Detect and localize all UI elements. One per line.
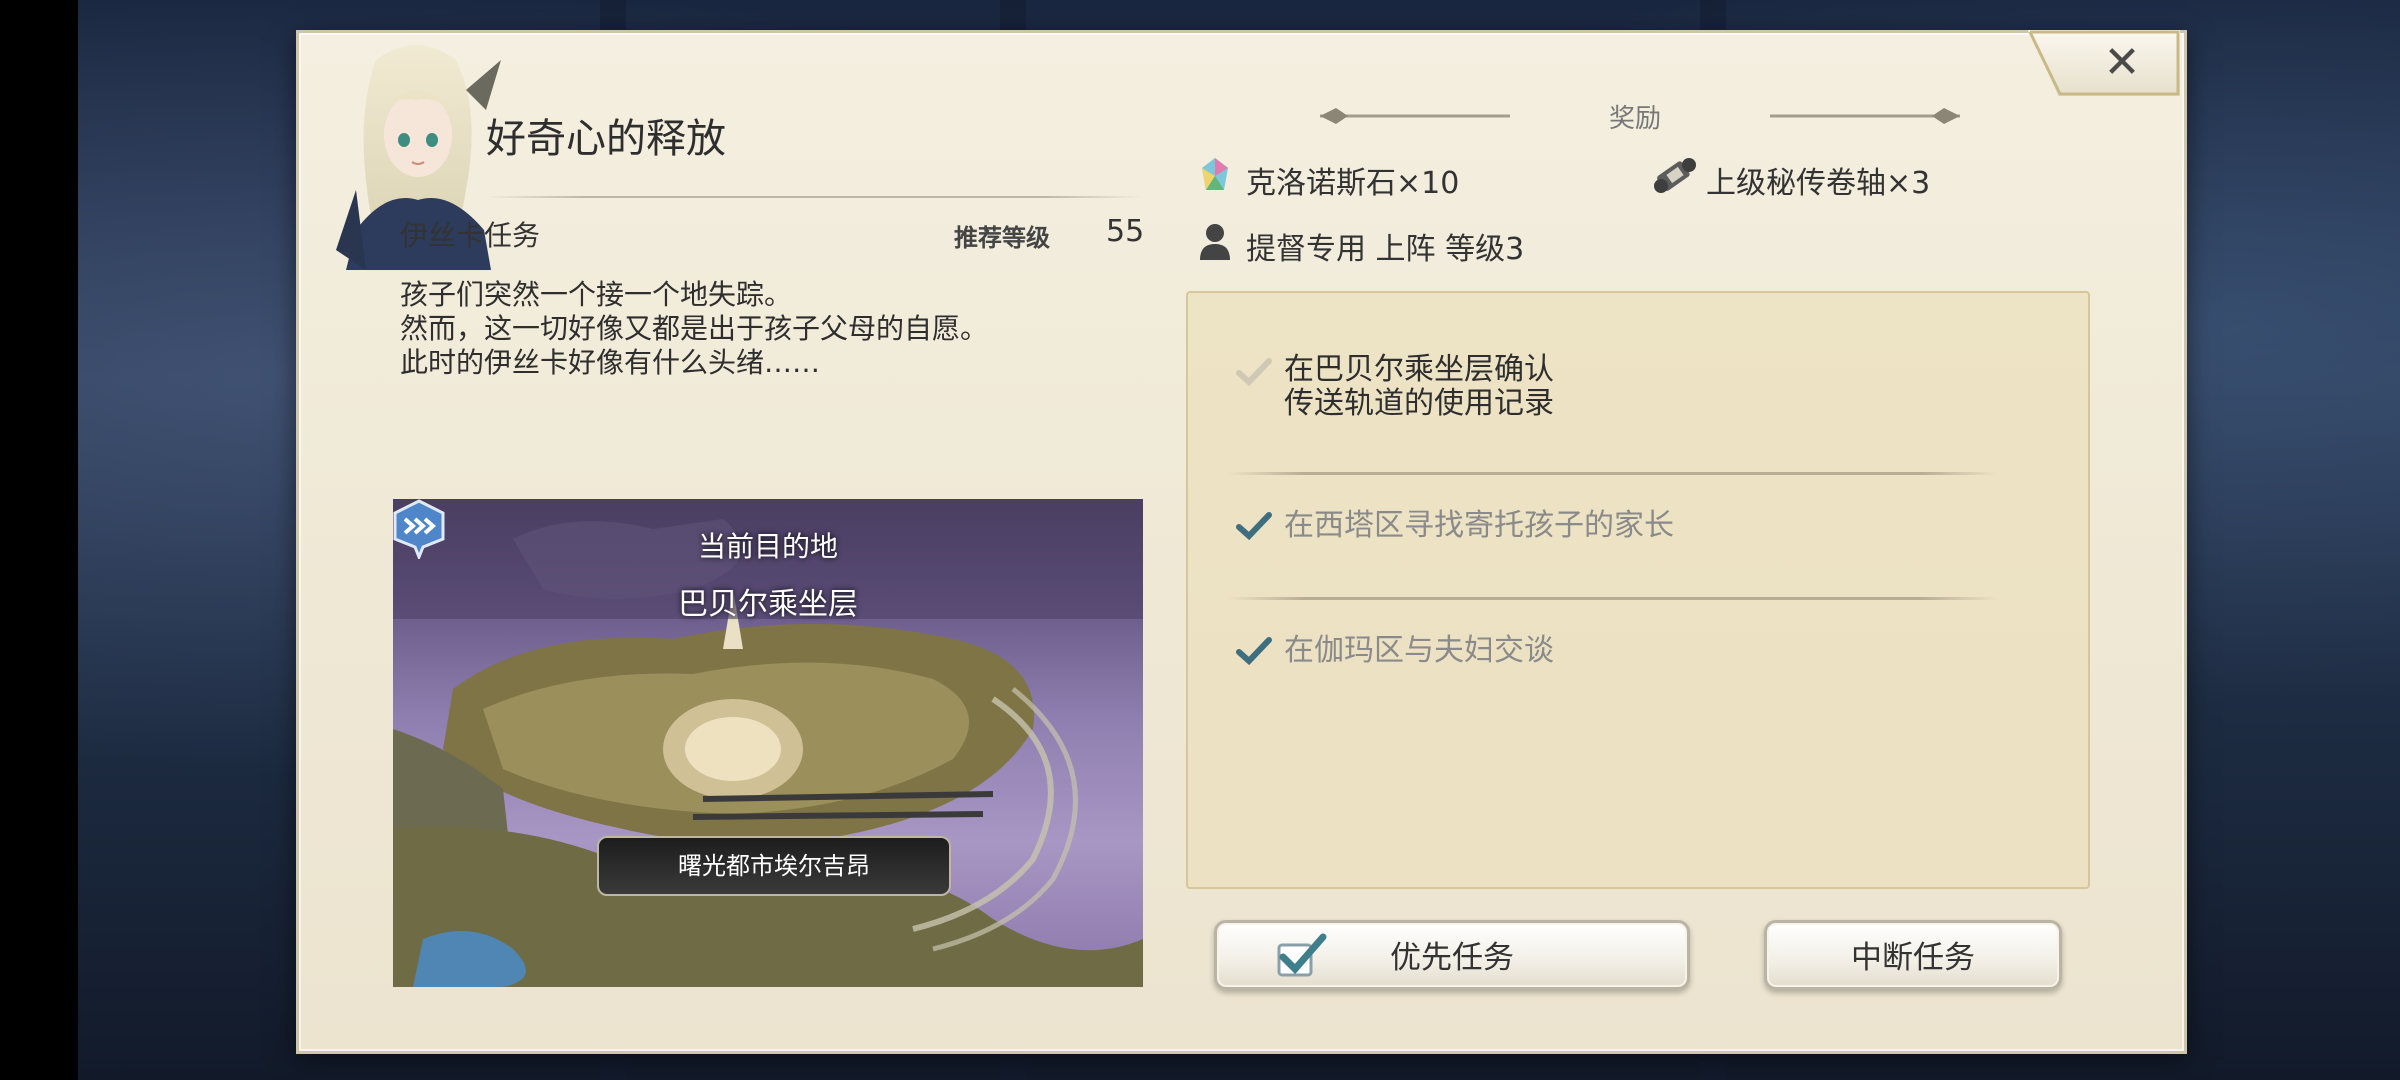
screen-left-bar [0,0,78,1080]
quest-title: 好奇心的释放 [486,116,726,162]
forward-arrows-icon[interactable] [393,499,445,559]
map-city-label: 曙光都市埃尔吉昂 [597,836,951,896]
quest-description: 孩子们突然一个接一个地失踪。 然而，这一切好像又都是出于孩子父母的自愿。 此时的… [400,278,1080,380]
map-terrain [393,499,1143,987]
objective-divider [1228,472,1998,475]
destination-map[interactable]: 当前目的地 巴贝尔乘坐层 曙光都市埃尔吉昂 [393,499,1143,987]
description-line: 然而，这一切好像又都是出于孩子父母的自愿。 [400,312,989,345]
quest-giver: 伊丝卡任务 [400,219,541,252]
reward-item-label: 提督专用 上阵 等级3 [1246,232,1525,267]
objective-divider [1228,597,1998,600]
priority-quest-label: 优先任务 [1390,940,1514,976]
title-divider [486,196,1142,198]
reward-item-label: 克洛诺斯石×10 [1246,166,1460,201]
objective-text: 传送轨道的使用记录 [1284,386,1554,421]
recommended-level-label: 推荐等级 [954,224,1050,252]
description-line: 此时的伊丝卡好像有什么头绪…… [400,346,821,379]
map-destination-label: 当前目的地 [697,530,838,563]
check-icon [1236,358,1272,387]
close-icon[interactable]: ✕ [2094,38,2150,88]
abandon-quest-button[interactable]: 中断任务 [1764,920,2062,990]
scroll-icon [1654,158,1696,193]
reward-item-label: 上级秘传卷轴×3 [1706,166,1931,201]
objective-text: 在西塔区寻找寄托孩子的家长 [1284,508,1674,543]
check-icon [1236,512,1272,541]
rewards-title: 奖励 [1608,104,1661,134]
priority-quest-button[interactable]: 优先任务 [1214,920,1690,990]
person-icon [1200,224,1230,260]
description-line: 孩子们突然一个接一个地失踪。 [400,278,793,311]
map-destination-name: 巴贝尔乘坐层 [678,587,858,622]
crystal-icon [1202,158,1228,190]
objective-text: 在巴贝尔乘坐层确认 [1284,352,1554,387]
objective-text: 在伽玛区与夫妇交谈 [1284,633,1554,668]
check-icon [1236,637,1272,666]
abandon-quest-label: 中断任务 [1851,940,1975,976]
objective-list: 在巴贝尔乘坐层确认 传送轨道的使用记录 在西塔区寻找寄托孩子的家长 在伽玛区与夫… [1186,291,2090,889]
recommended-level-value: 55 [1106,214,1145,249]
